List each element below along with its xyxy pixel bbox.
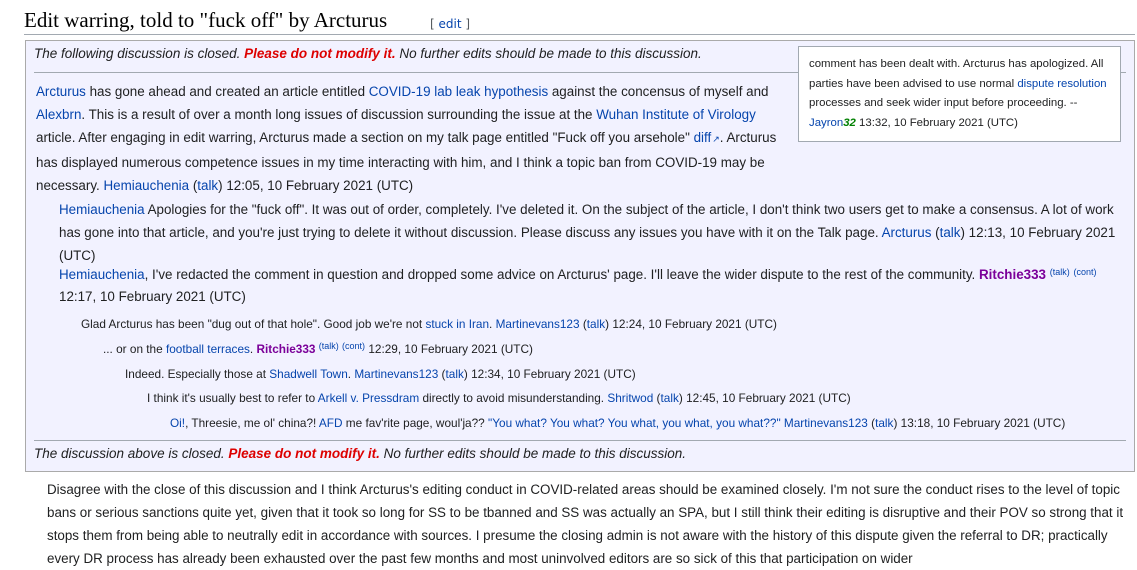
talk-link-martinevans123-2[interactable]: talk [446, 367, 464, 381]
user-link-hemiauchenia-2[interactable]: Hemiauchenia [59, 267, 145, 282]
talk-link-shritwod[interactable]: talk [661, 391, 679, 405]
signature-martinevans123-2[interactable]: Martinevans123 [354, 367, 438, 381]
contribs-link-ritchie333-2[interactable]: (cont) [342, 341, 365, 351]
comment-martinevans-2: Indeed. Especially those at Shadwell Tow… [125, 367, 636, 381]
link-oi[interactable]: Oi! [170, 416, 185, 430]
talk-link-arcturus[interactable]: talk [940, 225, 961, 240]
comment-after-close: Disagree with the close of this discussi… [47, 482, 1124, 566]
comment-arcturus-reply: Hemiauchenia Apologies for the "fuck off… [59, 202, 1116, 263]
talk-link-martinevans123[interactable]: talk [587, 317, 605, 331]
user-link-hemiauchenia[interactable]: Hemiauchenia [59, 202, 145, 217]
comment-ritchie-2: ... or on the football terraces. Ritchie… [103, 341, 533, 356]
signature-ritchie333-2[interactable]: Ritchie333 [256, 342, 315, 356]
talk-link-hemiauchenia[interactable]: talk [197, 178, 218, 193]
link-you-what[interactable]: "You what? You what? You what, you what,… [488, 416, 781, 430]
banner-divider-bottom [34, 440, 1126, 441]
talk-link-ritchie333-2[interactable]: (talk) [319, 341, 339, 351]
comment-martinevans-1: Glad Arcturus has been "dug out of that … [81, 317, 777, 331]
comment-ritchie-reply: Hemiauchenia, I've redacted the comment … [59, 267, 1097, 304]
close-note: comment has been dealt with. Arcturus ha… [798, 46, 1121, 142]
comment-martinevans-3: Oi!, Threesie, me ol' china?! AFD me fav… [170, 416, 1066, 430]
link-stuck-in-iran[interactable]: stuck in Iran [425, 317, 489, 331]
do-not-modify-warning-bottom: Please do not modify it. [228, 446, 380, 461]
diff-link[interactable]: diff [694, 130, 720, 145]
comment-shritwod: I think it's usually best to refer to Ar… [147, 391, 851, 405]
signature-hemiauchenia[interactable]: Hemiauchenia [103, 178, 189, 193]
signature-ritchie333[interactable]: Ritchie333 [979, 267, 1046, 282]
closed-banner-top: The following discussion is closed. Plea… [34, 46, 702, 61]
article-link-wiv[interactable]: Wuhan Institute of Virology [596, 107, 756, 122]
talk-link-ritchie333[interactable]: (talk) [1050, 267, 1070, 277]
edit-section-link[interactable]: edit [439, 17, 462, 31]
edit-section: [ edit ] [430, 17, 471, 31]
section-title: Edit warring, told to "fuck off" by Arct… [24, 8, 388, 32]
jayron-signature[interactable]: Jayron32 [809, 117, 856, 129]
link-football-terraces[interactable]: football terraces [166, 342, 250, 356]
contribs-link-ritchie333[interactable]: (cont) [1073, 267, 1096, 277]
do-not-modify-warning: Please do not modify it. [244, 46, 396, 61]
signature-martinevans123[interactable]: Martinevans123 [496, 317, 580, 331]
talk-link-martinevans123-3[interactable]: talk [875, 416, 893, 430]
article-link-lab-leak[interactable]: COVID-19 lab leak hypothesis [369, 84, 548, 99]
user-link-alexbrn[interactable]: Alexbrn [36, 107, 81, 122]
signature-martinevans123-3[interactable]: Martinevans123 [784, 416, 868, 430]
link-shadwell-town[interactable]: Shadwell Town [269, 367, 347, 381]
link-afd[interactable]: AFD [319, 416, 343, 430]
comment-hemiauchenia-original: Arcturus has gone ahead and created an a… [36, 80, 781, 197]
section-heading: Edit warring, told to "fuck off" by Arct… [24, 4, 1135, 35]
user-link-arcturus[interactable]: Arcturus [36, 84, 86, 99]
dispute-resolution-link[interactable]: dispute resolution [1017, 78, 1106, 90]
link-arkell-v-pressdram[interactable]: Arkell v. Pressdram [318, 391, 419, 405]
closed-banner-bottom: The discussion above is closed. Please d… [34, 446, 687, 461]
signature-shritwod[interactable]: Shritwod [607, 391, 653, 405]
signature-arcturus[interactable]: Arcturus [882, 225, 932, 240]
